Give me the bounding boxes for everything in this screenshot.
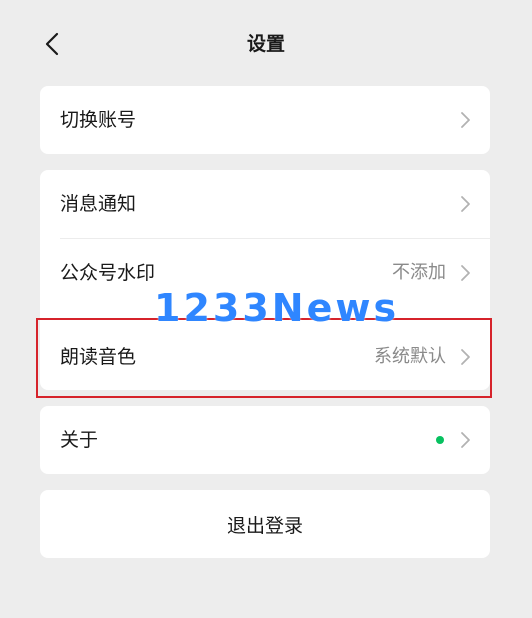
voice-timbre-label: 朗读音色 <box>60 346 137 368</box>
account-card: 切换账号 <box>40 86 490 154</box>
message-notification-label: 消息通知 <box>60 193 137 215</box>
official-watermark-label: 公众号水印 <box>60 262 156 284</box>
about-card: 关于 <box>40 406 490 474</box>
voice-timbre-value: 系统默认 <box>374 346 446 367</box>
chevron-right-icon <box>461 432 470 448</box>
about-label: 关于 <box>60 429 99 451</box>
chevron-right-icon <box>461 265 470 281</box>
watermark-text: 1233News <box>154 286 400 330</box>
general-settings-card: 消息通知 公众号水印 不添加 朗读音色 系统默认 <box>40 170 490 390</box>
nav-bar: 设置 <box>0 0 532 88</box>
official-watermark-value: 不添加 <box>392 262 446 283</box>
voice-timbre-row[interactable]: 朗读音色 系统默认 <box>40 323 490 391</box>
logout-button[interactable]: 退出登录 <box>40 490 490 558</box>
logout-card: 退出登录 <box>40 490 490 558</box>
chevron-right-icon <box>461 196 470 212</box>
switch-account-row[interactable]: 切换账号 <box>40 86 490 154</box>
about-row[interactable]: 关于 <box>40 406 490 474</box>
page-title: 设置 <box>246 33 285 55</box>
message-notification-row[interactable]: 消息通知 <box>40 170 490 238</box>
chevron-right-icon <box>461 349 470 365</box>
switch-account-label: 切换账号 <box>60 109 137 131</box>
new-indicator-dot <box>436 436 444 444</box>
chevron-right-icon <box>461 112 470 128</box>
